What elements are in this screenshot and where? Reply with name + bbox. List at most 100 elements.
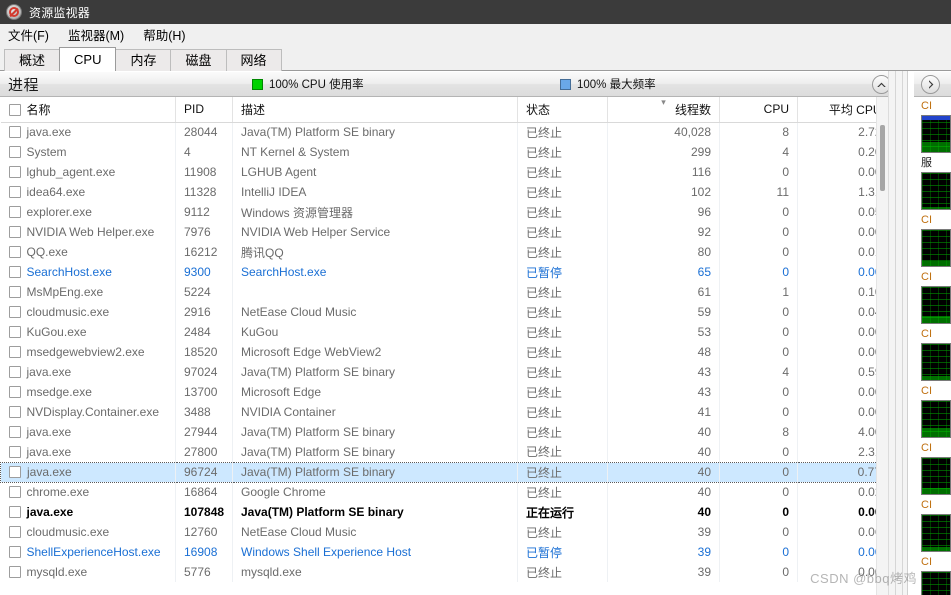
table-row[interactable]: java.exe 96724 Java(TM) Platform SE binary… <box>0 461 890 483</box>
process-table-scrollbar[interactable] <box>876 97 888 595</box>
legend-label-frequency: 100% 最大频率 <box>577 79 656 91</box>
cell-threads: 40 <box>607 461 720 483</box>
sidebar-item-label: CI <box>921 556 932 568</box>
sidebar-item: CI <box>914 383 951 400</box>
processes-section-header[interactable]: 进程 100% CPU 使用率 100% 最大频率 <box>0 71 907 97</box>
pane-scrollbar[interactable] <box>888 71 907 595</box>
cell-status: 已暂停 <box>517 542 608 562</box>
cell-status: 已终止 <box>517 302 608 322</box>
row-checkbox[interactable] <box>8 566 21 578</box>
tab-cpu[interactable]: CPU <box>59 47 117 71</box>
cell-pid: 28044 <box>175 122 233 142</box>
row-checkbox[interactable] <box>8 246 21 258</box>
table-row[interactable]: cloudmusic.exe 2916 NetEase Cloud Music 已终止… <box>0 302 890 322</box>
cell-pid: 2484 <box>175 322 233 342</box>
row-checkbox[interactable] <box>8 386 21 398</box>
legend-swatch-frequency <box>560 78 571 90</box>
cell-threads: 96 <box>607 202 720 222</box>
select-all-checkbox[interactable] <box>8 103 21 116</box>
cell-pid: 5224 <box>175 282 233 302</box>
table-row[interactable]: java.exe 97024 Java(TM) Platform SE binary… <box>0 362 890 382</box>
process-table-scrollbar-thumb[interactable] <box>880 125 885 191</box>
row-checkbox[interactable] <box>8 306 21 318</box>
row-checkbox[interactable] <box>8 206 21 218</box>
table-row[interactable]: mysqld.exe 5776 mysqld.exe 已终止 39 0 0.00 <box>0 562 890 582</box>
cell-name-label: java.exe <box>26 425 72 439</box>
table-row[interactable]: java.exe 27944 Java(TM) Platform SE binary… <box>0 422 890 442</box>
table-row[interactable]: java.exe 28044 Java(TM) Platform SE binary… <box>0 122 890 142</box>
table-row[interactable]: java.exe 107848 Java(TM) Platform SE binar… <box>0 502 890 522</box>
row-checkbox[interactable] <box>8 146 21 158</box>
menu-item-file[interactable]: 文件(F) <box>8 23 58 46</box>
row-checkbox[interactable] <box>8 445 21 458</box>
row-checkbox[interactable] <box>8 486 21 499</box>
cell-desc: Java(TM) Platform SE binary <box>232 502 518 522</box>
row-checkbox[interactable] <box>8 166 21 178</box>
pane-scrollbar-track[interactable] <box>895 71 903 595</box>
sidebar-item: 服 <box>914 155 951 172</box>
table-row[interactable]: lghub_agent.exe 11908 LGHUB Agent 已终止 116 0 0.… <box>0 162 890 182</box>
table-row[interactable]: NVDisplay.Container.exe 3488 NVIDIA Contai… <box>0 402 890 422</box>
graph-usage-fill <box>922 260 950 266</box>
table-row[interactable]: SearchHost.exe 9300 SearchHost.exe 已暂停 65 0 0.… <box>0 262 890 282</box>
column-header-cpu[interactable]: CPU <box>719 97 798 123</box>
cell-cpu: 8 <box>719 422 798 442</box>
menu-bar: 文件(F) 监视器(M) 帮助(H) <box>0 24 951 46</box>
row-checkbox[interactable] <box>8 346 21 358</box>
table-row[interactable]: msedge.exe 13700 Microsoft Edge 已终止 43 0 0.00 <box>0 382 890 402</box>
column-header-name[interactable]: 名称 <box>0 97 176 123</box>
row-checkbox[interactable] <box>8 326 21 338</box>
table-row[interactable]: chrome.exe 16864 Google Chrome 已终止 40 0 0.02 <box>0 482 890 502</box>
cell-cpu: 0 <box>719 222 798 242</box>
table-row[interactable]: System 4 NT Kernel & System 已终止 299 4 0.20 <box>0 142 890 162</box>
table-row[interactable]: msedgewebview2.exe 18520 Microsoft Edge We… <box>0 342 890 362</box>
graphs-sidebar-body: CI服CICICICICICICICICI <box>914 98 951 595</box>
row-checkbox[interactable] <box>8 546 21 558</box>
row-checkbox[interactable] <box>8 226 21 238</box>
cell-threads: 59 <box>607 302 720 322</box>
cell-pid: 7976 <box>175 222 233 242</box>
table-row[interactable]: MsMpEng.exe 5224 已终止 61 1 0.10 <box>0 282 890 302</box>
cell-cpu: 0 <box>719 242 798 262</box>
table-row[interactable]: QQ.exe 16212 腾讯QQ 已终止 80 0 0.01 <box>0 242 890 262</box>
graph-grid <box>922 344 950 380</box>
table-row[interactable]: java.exe 27800 Java(TM) Platform SE binary… <box>0 442 890 462</box>
row-checkbox[interactable] <box>8 526 21 538</box>
legend-label-cpu: 100% CPU 使用率 <box>269 79 364 91</box>
row-checkbox[interactable] <box>8 426 21 438</box>
row-checkbox[interactable] <box>8 126 21 139</box>
row-checkbox[interactable] <box>8 286 21 298</box>
row-checkbox[interactable] <box>8 266 21 278</box>
table-row[interactable]: cloudmusic.exe 12760 NetEase Cloud Music 已终… <box>0 522 890 542</box>
cell-name: java.exe <box>0 422 176 442</box>
menu-item-help[interactable]: 帮助(H) <box>143 23 194 46</box>
table-row[interactable]: ShellExperienceHost.exe 16908 Windows Shel… <box>0 542 890 562</box>
sidebar-item-label: 服 <box>921 157 932 169</box>
column-header-status[interactable]: 状态 <box>517 97 608 123</box>
column-header-pid[interactable]: PID <box>175 97 233 123</box>
tab-disk[interactable]: 磁盘 <box>170 49 227 71</box>
table-row[interactable]: NVIDIA Web Helper.exe 7976 NVIDIA Web Help… <box>0 222 890 242</box>
table-row[interactable]: explorer.exe 9112 Windows 资源管理器 已终止 96 0 0.05 <box>0 202 890 222</box>
tab-network[interactable]: 网络 <box>225 49 282 71</box>
column-header-description[interactable]: 描述 <box>232 97 518 123</box>
cell-name: System <box>0 142 176 162</box>
column-header-threads[interactable]: ▾ 线程数 <box>607 97 720 123</box>
cell-status: 已终止 <box>517 322 608 342</box>
table-row[interactable]: KuGou.exe 2484 KuGou 已终止 53 0 0.00 <box>0 322 890 342</box>
chevron-right-icon[interactable] <box>921 75 940 94</box>
menu-item-monitor[interactable]: 监视器(M) <box>68 23 133 46</box>
cell-name: SearchHost.exe <box>0 262 176 282</box>
row-checkbox[interactable] <box>8 406 21 418</box>
table-row[interactable]: idea64.exe 11328 IntelliJ IDEA 已终止 102 11 1.31 <box>0 182 890 202</box>
row-checkbox[interactable] <box>8 186 21 198</box>
cell-desc: 腾讯QQ <box>232 242 518 262</box>
row-checkbox[interactable] <box>9 466 21 478</box>
tab-memory[interactable]: 内存 <box>115 49 172 71</box>
cell-name: idea64.exe <box>0 182 176 202</box>
tab-overview[interactable]: 概述 <box>4 49 61 71</box>
cell-name: cloudmusic.exe <box>0 522 176 542</box>
cell-status: 已终止 <box>517 382 608 402</box>
row-checkbox[interactable] <box>8 506 21 518</box>
row-checkbox[interactable] <box>8 366 21 378</box>
